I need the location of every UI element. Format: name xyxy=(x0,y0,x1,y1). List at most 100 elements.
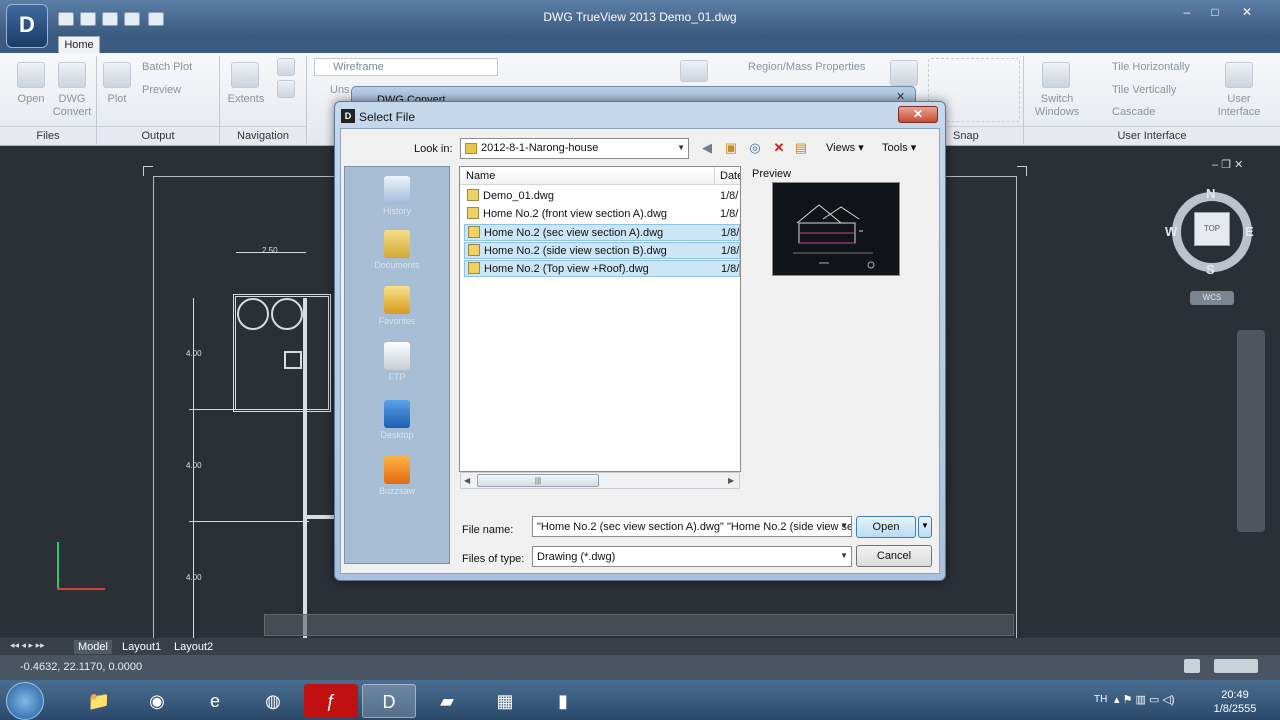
pan-icon[interactable] xyxy=(277,58,295,76)
language-indicator[interactable]: TH xyxy=(1094,694,1107,705)
open-button-label[interactable]: Open xyxy=(10,93,52,106)
unsaved-view-label[interactable]: Uns xyxy=(330,84,350,97)
viewcube-top-face[interactable]: TOP xyxy=(1194,212,1230,246)
tools-menu[interactable]: Tools ▾ xyxy=(882,141,916,154)
column-divider[interactable] xyxy=(714,167,715,185)
start-button[interactable] xyxy=(6,682,44,720)
files-of-type-dropdown[interactable]: Drawing (*.dwg) ▼ xyxy=(532,546,852,567)
switch-windows-button[interactable]: Switch Windows xyxy=(1030,93,1084,119)
measure-icon[interactable] xyxy=(680,60,708,82)
command-line[interactable] xyxy=(264,614,1014,636)
file-row[interactable]: Demo_01.dwg 1/8/ xyxy=(464,188,740,205)
dwg-trueview-taskbar-icon[interactable]: D xyxy=(362,684,416,718)
extents-button[interactable]: Extents xyxy=(222,93,270,106)
tile-horizontally-button[interactable]: Tile Horizontally xyxy=(1112,61,1190,74)
compass-west[interactable]: W xyxy=(1165,224,1177,239)
open-options-dropdown[interactable]: ▼ xyxy=(918,516,932,538)
model-space-icon[interactable] xyxy=(1184,659,1200,673)
chrome-taskbar-icon[interactable]: ◉ xyxy=(130,684,184,718)
file-row-selected[interactable]: Home No.2 (Top view +Roof).dwg 1/8/ xyxy=(464,260,740,277)
snap-line-icon[interactable] xyxy=(890,60,918,86)
scrollbar-thumb[interactable]: ||| xyxy=(477,474,599,487)
scroll-right-arrow[interactable]: ▶ xyxy=(728,476,734,485)
application-menu-button[interactable]: D xyxy=(6,4,48,48)
preview-button[interactable]: Preview xyxy=(142,84,181,97)
layout-nav-arrows[interactable]: ◂◂ ◂ ▸ ▸▸ xyxy=(10,640,45,651)
print-icon[interactable] xyxy=(124,12,140,26)
file-name-combobox[interactable]: "Home No.2 (sec view section A).dwg" "Ho… xyxy=(532,516,852,537)
explorer-taskbar-icon[interactable]: 📁 xyxy=(72,684,126,718)
compass-north[interactable]: N xyxy=(1206,186,1215,201)
open-file-icon[interactable] xyxy=(17,62,45,88)
tray-icons[interactable]: ▴ ⚑ ▥ ▭ ◁) xyxy=(1114,693,1175,706)
place-documents[interactable]: Documents xyxy=(344,230,450,270)
tab-home[interactable]: Home xyxy=(58,36,100,54)
extents-icon[interactable] xyxy=(231,62,259,88)
dwg-file-icon xyxy=(468,226,480,238)
column-name[interactable]: Name xyxy=(466,170,495,182)
switch-windows-icon[interactable] xyxy=(1042,62,1070,88)
dwg-convert-button[interactable]: DWG Convert xyxy=(50,93,94,119)
status-tools-icon[interactable] xyxy=(1214,659,1258,673)
undo-icon[interactable] xyxy=(148,12,164,26)
place-buzzsaw[interactable]: Buzzsaw xyxy=(344,456,450,496)
plot-button[interactable]: Plot xyxy=(98,93,136,106)
file-row-selected[interactable]: Home No.2 (side view section B).dwg 1/8/ xyxy=(464,242,740,259)
close-window-button[interactable]: ✕ xyxy=(1234,4,1260,20)
file-row[interactable]: Home No.2 (front view section A).dwg 1/8/ xyxy=(464,206,740,223)
look-in-dropdown[interactable]: 2012-8-1-Narong-house ▼ xyxy=(460,138,689,159)
views-menu[interactable]: Views ▾ xyxy=(826,141,864,154)
cancel-button[interactable]: Cancel xyxy=(856,545,932,567)
ftp-icon xyxy=(384,342,410,370)
chevron-down-icon[interactable]: ▼ xyxy=(840,551,848,560)
up-folder-icon[interactable]: ▣ xyxy=(722,139,740,157)
file-row-selected[interactable]: Home No.2 (sec view section A).dwg 1/8/ xyxy=(464,224,740,241)
navigation-bar[interactable] xyxy=(1237,330,1265,532)
chevron-down-icon[interactable]: ▼ xyxy=(840,521,848,530)
recorder-taskbar-icon[interactable]: ▮ xyxy=(536,684,590,718)
place-favorites[interactable]: Favorites xyxy=(344,286,450,326)
tab-layout2[interactable]: Layout2 xyxy=(170,640,217,654)
plot-icon-large[interactable] xyxy=(103,62,131,88)
viewport-controls[interactable]: – ❐ ✕ xyxy=(1212,158,1243,171)
column-date[interactable]: Date xyxy=(720,170,740,182)
plot-icon[interactable] xyxy=(102,12,118,26)
clock-time: 20:49 xyxy=(1221,689,1249,701)
place-desktop[interactable]: Desktop xyxy=(344,400,450,440)
compass-east[interactable]: E xyxy=(1245,224,1254,239)
orbit-icon[interactable] xyxy=(277,80,295,98)
scroll-left-arrow[interactable]: ◀ xyxy=(464,476,470,485)
ucs-x-axis xyxy=(57,588,105,590)
cascade-button[interactable]: Cascade xyxy=(1112,106,1155,119)
back-icon[interactable]: ◀ xyxy=(698,139,716,157)
new-folder-icon[interactable]: ▤ xyxy=(792,139,810,157)
dwg-convert-icon[interactable] xyxy=(58,62,86,88)
flash-taskbar-icon[interactable]: ƒ xyxy=(304,684,358,718)
taskbar-clock[interactable]: 20:49 1/8/2555 xyxy=(1200,688,1270,716)
region-mass-properties-button[interactable]: Region/Mass Properties xyxy=(748,61,865,74)
batch-plot-button[interactable]: Batch Plot xyxy=(142,61,192,74)
notes-taskbar-icon[interactable]: ▰ xyxy=(420,684,474,718)
place-ftp[interactable]: FTP xyxy=(344,342,450,382)
minimize-button[interactable]: – xyxy=(1174,4,1200,20)
tab-model[interactable]: Model xyxy=(74,640,112,654)
place-history[interactable]: History xyxy=(344,176,450,216)
delete-icon[interactable]: ✕ xyxy=(770,139,788,157)
user-interface-button[interactable]: User Interface xyxy=(1212,93,1266,119)
dialog-close-button[interactable]: ✕ xyxy=(898,106,938,123)
tab-layout1[interactable]: Layout1 xyxy=(118,640,165,654)
ie-taskbar-icon[interactable]: e xyxy=(188,684,242,718)
search-web-icon[interactable]: ◎ xyxy=(746,139,764,157)
compass-south[interactable]: S xyxy=(1206,262,1215,277)
firefox-taskbar-icon[interactable]: ◍ xyxy=(246,684,300,718)
maximize-button[interactable]: □ xyxy=(1202,4,1228,20)
save-icon[interactable] xyxy=(80,12,96,26)
dimension-label: 4.00 xyxy=(186,349,202,358)
wcs-menu[interactable]: WCS xyxy=(1190,291,1234,305)
open-icon[interactable] xyxy=(58,12,74,26)
open-button[interactable]: Open xyxy=(856,516,916,538)
visual-style-dropdown[interactable]: Wireframe xyxy=(314,58,498,76)
user-interface-icon[interactable] xyxy=(1225,62,1253,88)
tile-vertically-button[interactable]: Tile Vertically xyxy=(1112,84,1176,97)
control-panel-taskbar-icon[interactable]: ▦ xyxy=(478,684,532,718)
